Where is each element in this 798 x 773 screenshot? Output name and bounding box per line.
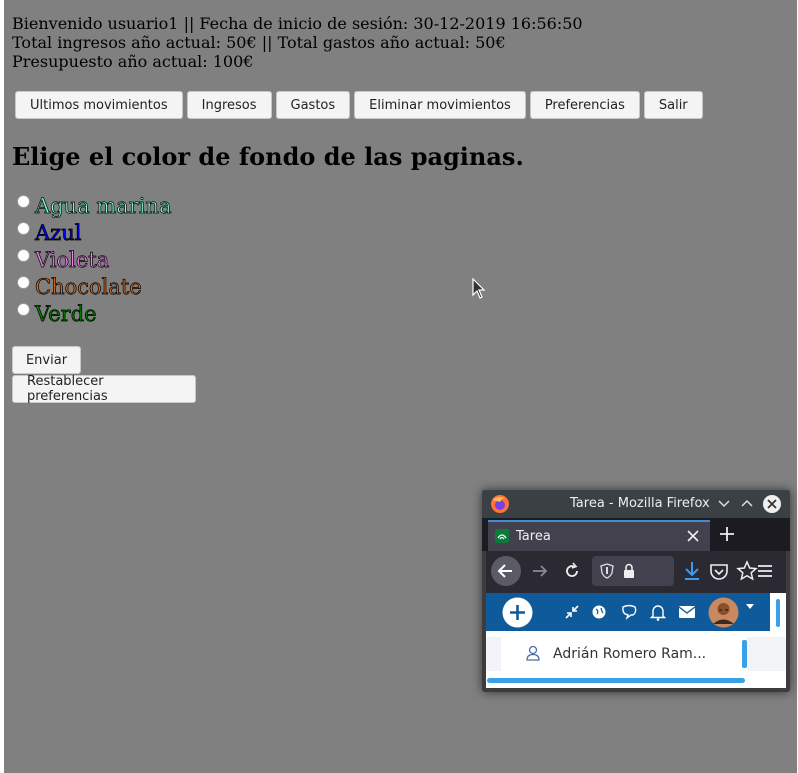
add-icon[interactable] — [502, 597, 533, 628]
window-titlebar[interactable]: Tarea - Mozilla Firefox — [482, 490, 790, 518]
scrollbar[interactable] — [776, 599, 780, 627]
tab-title: Tarea — [516, 529, 551, 544]
option-azul: Azul — [17, 219, 172, 246]
star-icon[interactable] — [736, 560, 758, 582]
option-label: Chocolate — [35, 274, 142, 299]
option-violeta: Violeta — [17, 246, 172, 273]
enviar-button[interactable]: Enviar — [12, 346, 81, 374]
option-label: Violeta — [35, 247, 110, 272]
totals-line: Total ingresos año actual: 50€ || Total … — [12, 33, 506, 52]
site-header-bar — [486, 593, 770, 631]
tab-strip: Tarea — [482, 518, 790, 551]
option-verde: Verde — [17, 300, 172, 327]
color-options: Agua marina Azul Violeta Chocolate Verde — [17, 192, 172, 327]
option-agua-marina: Agua marina — [17, 192, 172, 219]
option-label: Agua marina — [35, 193, 172, 218]
user-row[interactable]: Adrián Romero Ram... — [501, 637, 747, 671]
welcome-line: Bienvenido usuario1 || Fecha de inicio d… — [12, 14, 583, 33]
radio-agua-marina[interactable] — [17, 195, 30, 208]
browser-toolbar — [486, 551, 786, 593]
bell-icon[interactable] — [650, 603, 666, 621]
option-chocolate: Chocolate — [17, 273, 172, 300]
chevron-up-icon[interactable] — [741, 498, 753, 508]
mail-icon[interactable] — [678, 605, 696, 619]
inner-scrollbar[interactable] — [742, 640, 747, 668]
back-icon[interactable] — [490, 555, 522, 587]
site-favicon-icon — [495, 529, 509, 543]
horizontal-scrollbar[interactable] — [487, 678, 745, 683]
eliminar-movimientos-button[interactable]: Eliminar movimientos — [354, 91, 526, 119]
new-tab-icon[interactable] — [719, 526, 735, 542]
gastos-button[interactable]: Gastos — [275, 91, 351, 119]
menu-icon[interactable] — [756, 562, 774, 580]
tab-tarea[interactable]: Tarea — [488, 520, 710, 551]
option-label: Azul — [35, 220, 82, 245]
close-icon[interactable] — [762, 494, 782, 514]
ingresos-button[interactable]: Ingresos — [186, 91, 272, 119]
page-title: Elige el color de fondo de las paginas. — [12, 142, 524, 171]
reload-icon[interactable] — [562, 561, 582, 581]
option-label: Verde — [35, 301, 97, 326]
radio-azul[interactable] — [17, 222, 30, 235]
salir-button[interactable]: Salir — [643, 91, 703, 119]
globe-icon[interactable] — [591, 604, 607, 620]
radio-violeta[interactable] — [17, 249, 30, 262]
radio-chocolate[interactable] — [17, 276, 30, 289]
firefox-window[interactable]: Tarea - Mozilla Firefox Tarea Adrián Rom… — [482, 490, 790, 692]
ultimos-movimientos-button[interactable]: Ultimos movimientos — [15, 91, 183, 119]
caret-down-icon[interactable] — [745, 603, 755, 611]
nav-bar: Ultimos movimientos Ingresos Gastos Elim… — [15, 91, 703, 119]
url-bar[interactable] — [592, 556, 674, 586]
tab-close-icon[interactable] — [687, 530, 699, 542]
session-info: Bienvenido usuario1 || Fecha de inicio d… — [12, 14, 583, 71]
collapse-icon[interactable] — [564, 604, 580, 620]
radio-verde[interactable] — [17, 303, 30, 316]
mouse-cursor-icon — [472, 278, 486, 299]
window-title: Tarea - Mozilla Firefox — [570, 496, 710, 511]
firefox-logo-icon — [491, 495, 509, 513]
chevron-down-icon[interactable] — [718, 499, 730, 509]
user-name: Adrián Romero Ram... — [553, 646, 707, 662]
avatar[interactable] — [708, 597, 739, 628]
preferencias-button[interactable]: Preferencias — [529, 91, 640, 119]
forward-icon[interactable] — [530, 561, 550, 581]
lock-icon[interactable] — [622, 563, 636, 579]
download-icon[interactable] — [682, 560, 702, 582]
user-icon — [526, 645, 540, 661]
browser-page: Adrián Romero Ram... — [486, 593, 786, 688]
chat-icon[interactable] — [620, 604, 638, 620]
restablecer-preferencias-button[interactable]: Restablecer preferencias — [12, 374, 196, 404]
shield-icon[interactable] — [600, 563, 614, 579]
pocket-icon[interactable] — [708, 560, 730, 582]
budget-line: Presupuesto año actual: 100€ — [12, 52, 254, 71]
